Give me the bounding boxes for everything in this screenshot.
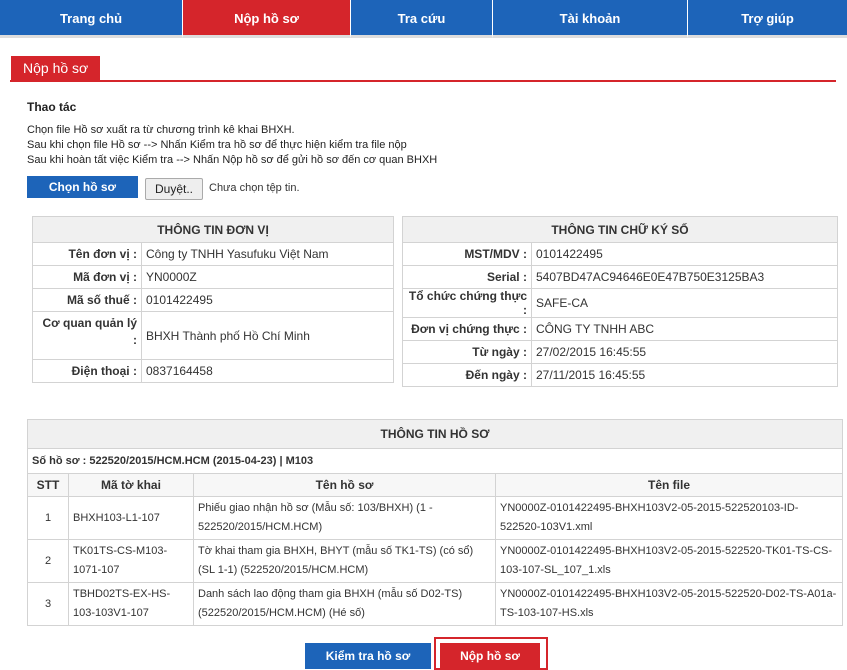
operations-heading: Thao tác (27, 100, 77, 114)
from-date-value: 27/02/2015 16:45:55 (531, 340, 838, 364)
submit-file-button[interactable]: Nộp hồ sơ (440, 643, 540, 669)
signature-info-table: THÔNG TIN CHỮ KÝ SỐ MST/MDV : 0101422495… (402, 216, 838, 387)
unit-info-title: THÔNG TIN ĐƠN VỊ (32, 216, 394, 243)
row-file: YN0000Z-0101422495-BHXH103V2-05-2015-522… (495, 496, 843, 540)
unit-name-label: Tên đơn vị (68, 247, 130, 261)
file-info-title: THÔNG TIN HỒ SƠ (27, 419, 843, 449)
to-date-label: Đến ngày (465, 368, 520, 382)
ca-org-value: SAFE-CA (531, 288, 838, 318)
tax-code-value: 0101422495 (141, 288, 394, 312)
table-row: 2 TK01TS-CS-M103-1071-107 Tờ khai tham g… (27, 539, 843, 583)
mst-value: 0101422495 (531, 242, 838, 266)
column-header-stt: STT (27, 473, 69, 497)
row-file: YN0000Z-0101422495-BHXH103V2-05-2015-522… (495, 539, 843, 583)
file-number: Số hồ sơ : 522520/2015/HCM.HCM (2015-04-… (27, 448, 843, 474)
ca-org-label: Tổ chức chứng thực (408, 289, 527, 303)
ca-unit-value: CÔNG TY TNHH ABC (531, 317, 838, 341)
serial-value: 5407BD47AC94646E0E47B750E3125BA3 (531, 265, 838, 289)
serial-label: Serial (486, 270, 520, 284)
row-file: YN0000Z-0101422495-BHXH103V2-05-2015-522… (495, 582, 843, 626)
instruction-line: Chọn file Hồ sơ xuất ra từ chương trình … (27, 124, 295, 136)
no-file-chosen-text: Chưa chọn tệp tin. (209, 182, 300, 194)
page-title-bar: Nộp hồ sơ (10, 42, 836, 82)
instruction-line: Sau khi hoàn tất việc Kiểm tra --> Nhấn … (27, 154, 438, 166)
row-code: TK01TS-CS-M103-1071-107 (68, 539, 194, 583)
top-navigation: Trang chủ Nộp hồ sơ Tra cứu Tài khoản Tr… (0, 0, 847, 38)
nav-item-home[interactable]: Trang chủ (0, 0, 182, 38)
nav-item-submit[interactable]: Nộp hồ sơ (182, 0, 350, 38)
row-stt: 3 (27, 582, 69, 626)
row-name: Phiếu giao nhận hồ sơ (Mẫu số: 103/BHXH)… (193, 496, 496, 540)
instruction-line: Sau khi chọn file Hồ sơ --> Nhấn Kiểm tr… (27, 139, 407, 151)
row-stt: 2 (27, 539, 69, 583)
unit-info-table: THÔNG TIN ĐƠN VỊ Tên đơn vị : Công ty TN… (32, 216, 394, 383)
ca-unit-label: Đơn vị chứng thực (411, 322, 520, 336)
row-name: Danh sách lao động tham gia BHXH (mẫu số… (193, 582, 496, 626)
nav-item-lookup[interactable]: Tra cứu (350, 0, 492, 38)
nav-item-help[interactable]: Trợ giúp (687, 0, 847, 38)
agency-value: BHXH Thành phố Hồ Chí Minh (141, 311, 394, 360)
unit-code-label: Mã đơn vị (73, 270, 130, 284)
mst-label: MST/MDV (464, 247, 520, 261)
column-header-code: Mã tờ khai (68, 473, 194, 497)
row-code: TBHD02TS-EX-HS-103-103V1-107 (68, 582, 194, 626)
browse-button[interactable]: Duyệt.. (145, 178, 203, 200)
column-header-name: Tên hồ sơ (193, 473, 496, 497)
from-date-label: Từ ngày (472, 345, 520, 359)
phone-value: 0837164458 (141, 359, 394, 383)
row-stt: 1 (27, 496, 69, 540)
table-row: 1 BHXH103-L1-107 Phiếu giao nhận hồ sơ (… (27, 496, 843, 540)
to-date-value: 27/11/2015 16:45:55 (531, 363, 838, 387)
unit-code-value: YN0000Z (141, 265, 394, 289)
tax-code-label: Mã số thuế (66, 293, 130, 307)
row-code: BHXH103-L1-107 (68, 496, 194, 540)
unit-name-value: Công ty TNHH Yasufuku Việt Nam (141, 242, 394, 266)
check-file-button[interactable]: Kiểm tra hồ sơ (305, 643, 431, 669)
page-title: Nộp hồ sơ (11, 56, 101, 80)
column-header-file: Tên file (495, 473, 843, 497)
signature-info-title: THÔNG TIN CHỮ KÝ SỐ (402, 216, 838, 243)
row-name: Tờ khai tham gia BHXH, BHYT (mẫu số TK1-… (193, 539, 496, 583)
table-row: 3 TBHD02TS-EX-HS-103-103V1-107 Danh sách… (27, 582, 843, 626)
choose-file-button[interactable]: Chọn hồ sơ (27, 176, 138, 198)
nav-item-account[interactable]: Tài khoản (492, 0, 687, 38)
file-info-table: THÔNG TIN HỒ SƠ Số hồ sơ : 522520/2015/H… (27, 419, 843, 626)
agency-label: Cơ quan quản lý (42, 316, 137, 330)
phone-label: Điện thoại (71, 364, 130, 378)
